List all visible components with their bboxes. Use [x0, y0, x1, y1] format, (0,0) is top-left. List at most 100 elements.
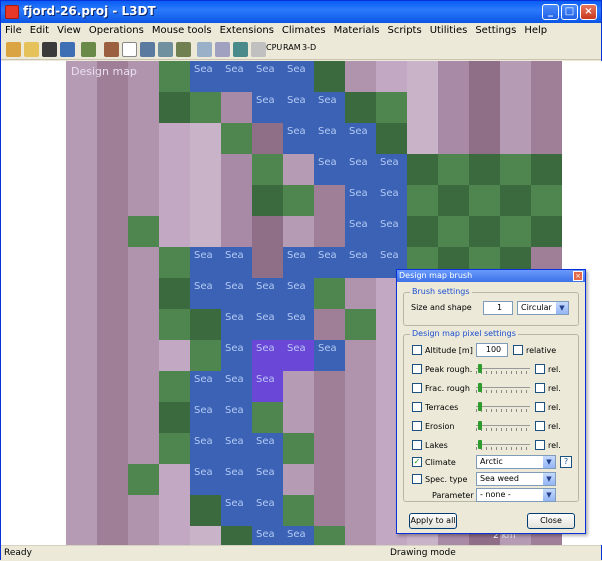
land-cell[interactable] [66, 92, 97, 123]
land-cell[interactable] [128, 464, 159, 495]
chevron-down-icon[interactable]: ▼ [543, 473, 555, 485]
view-3d-label[interactable]: 3-D [302, 43, 316, 52]
land-cell[interactable] [128, 309, 159, 340]
land-cell[interactable] [128, 278, 159, 309]
land-cell[interactable] [97, 185, 128, 216]
land-cell[interactable] [345, 278, 376, 309]
menu-item-help[interactable]: Help [520, 23, 551, 36]
land-cell[interactable] [66, 185, 97, 216]
menu-item-file[interactable]: File [1, 23, 26, 36]
land-cell[interactable] [97, 464, 128, 495]
land-cell[interactable] [128, 495, 159, 526]
maximize-button[interactable]: □ [561, 4, 578, 20]
land-cell[interactable] [283, 154, 314, 185]
lakes-checkbox[interactable] [412, 440, 422, 450]
dialog-close-button[interactable]: Close [527, 513, 575, 529]
land-cell[interactable] [66, 247, 97, 278]
apply-to-all-button[interactable]: Apply to all [409, 513, 457, 529]
land-cell[interactable] [190, 92, 221, 123]
land-cell[interactable] [159, 495, 190, 526]
land-cell[interactable] [66, 402, 97, 433]
menu-item-utilities[interactable]: Utilities [426, 23, 472, 36]
land-cell[interactable] [159, 464, 190, 495]
land-cell[interactable] [66, 154, 97, 185]
land-cell[interactable] [438, 123, 469, 154]
land-cell[interactable] [531, 185, 562, 216]
open-icon[interactable] [24, 42, 39, 57]
land-cell[interactable] [97, 278, 128, 309]
land-cell[interactable] [438, 61, 469, 92]
menu-item-scripts[interactable]: Scripts [383, 23, 425, 36]
land-cell[interactable] [283, 464, 314, 495]
land-cell[interactable] [190, 123, 221, 154]
chevron-down-icon[interactable]: ▼ [543, 489, 555, 501]
frac-rough-slider[interactable] [476, 383, 530, 393]
land-cell[interactable] [500, 92, 531, 123]
erosion-rel-checkbox[interactable] [535, 421, 545, 431]
altitude-input[interactable]: 100 [476, 343, 508, 357]
land-cell[interactable] [345, 61, 376, 92]
ram-label[interactable]: RAM [283, 43, 301, 52]
land-cell[interactable] [345, 433, 376, 464]
land-cell[interactable] [66, 278, 97, 309]
land-cell[interactable] [97, 371, 128, 402]
land-cell[interactable] [531, 92, 562, 123]
land-cell[interactable] [283, 185, 314, 216]
land-cell[interactable] [97, 433, 128, 464]
land-cell[interactable] [345, 309, 376, 340]
dialog-close-icon[interactable]: × [573, 271, 583, 281]
climate-checkbox[interactable]: ✓ [412, 457, 422, 467]
land-cell[interactable] [252, 402, 283, 433]
land-cell[interactable] [97, 216, 128, 247]
altitude-checkbox[interactable] [412, 345, 422, 355]
tiles-icon[interactable] [158, 42, 173, 57]
land-cell[interactable] [97, 92, 128, 123]
tools-icon[interactable] [251, 42, 266, 57]
land-cell[interactable] [128, 526, 159, 545]
erosion-checkbox[interactable] [412, 421, 422, 431]
land-cell[interactable] [128, 92, 159, 123]
save-as-icon[interactable] [60, 42, 75, 57]
land-cell[interactable] [500, 185, 531, 216]
land-cell[interactable] [283, 216, 314, 247]
land-cell[interactable] [252, 247, 283, 278]
dialog-title-bar[interactable]: Design map brush [397, 270, 585, 282]
land-cell[interactable] [500, 61, 531, 92]
land-cell[interactable] [190, 309, 221, 340]
land-cell[interactable] [376, 61, 407, 92]
land-cell[interactable] [128, 154, 159, 185]
land-cell[interactable] [314, 61, 345, 92]
land-cell[interactable] [221, 154, 252, 185]
land-cell[interactable] [438, 92, 469, 123]
lakes-slider[interactable] [476, 440, 530, 450]
land-cell[interactable] [128, 185, 159, 216]
frac-rough-rel-checkbox[interactable] [535, 383, 545, 393]
land-cell[interactable] [128, 402, 159, 433]
land-cell[interactable] [159, 92, 190, 123]
land-cell[interactable] [190, 495, 221, 526]
land-cell[interactable] [159, 526, 190, 545]
land-cell[interactable] [252, 154, 283, 185]
land-cell[interactable] [159, 278, 190, 309]
land-cell[interactable] [531, 216, 562, 247]
land-cell[interactable] [128, 216, 159, 247]
land-cell[interactable] [345, 371, 376, 402]
frac-rough-checkbox[interactable] [412, 383, 422, 393]
land-cell[interactable] [314, 495, 345, 526]
land-cell[interactable] [128, 433, 159, 464]
brush-shape-select[interactable]: Circular ▼ [517, 301, 569, 315]
land-cell[interactable] [97, 247, 128, 278]
menu-item-climates[interactable]: Climates [278, 23, 330, 36]
land-cell[interactable] [345, 92, 376, 123]
land-cell[interactable] [97, 340, 128, 371]
menu-item-materials[interactable]: Materials [330, 23, 384, 36]
peak-rough-checkbox[interactable] [412, 364, 422, 374]
land-cell[interactable] [345, 464, 376, 495]
cpu-label[interactable]: CPU [266, 43, 282, 52]
menu-item-settings[interactable]: Settings [471, 23, 520, 36]
land-cell[interactable] [221, 185, 252, 216]
land-cell[interactable] [469, 216, 500, 247]
land-cell[interactable] [407, 216, 438, 247]
menu-item-operations[interactable]: Operations [85, 23, 148, 36]
land-cell[interactable] [97, 526, 128, 545]
